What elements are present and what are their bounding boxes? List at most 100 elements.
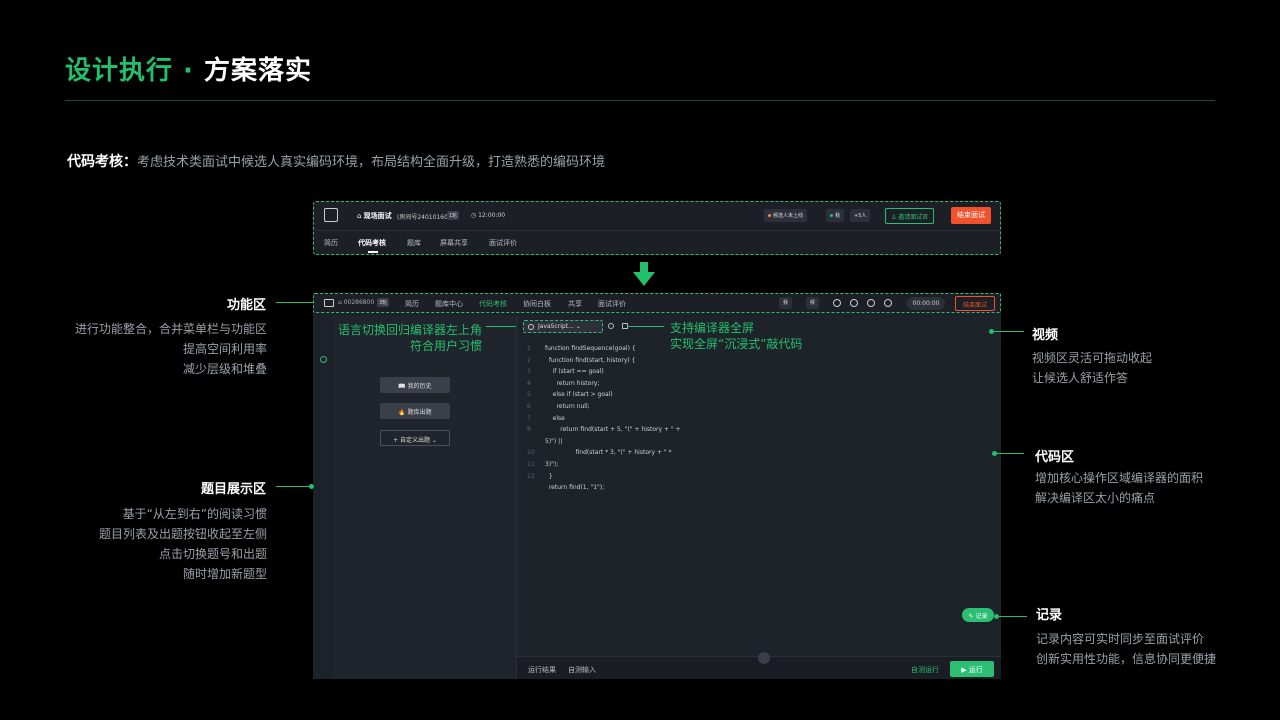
func-area-title: 功能区	[227, 298, 267, 313]
line-number: 7	[527, 414, 531, 422]
run-button[interactable]: ▶ 运行	[950, 661, 994, 677]
question-area-point	[309, 484, 314, 489]
invite-interviewer-button[interactable]: ♙ 邀请面试官	[885, 208, 935, 224]
code-text: 5)") ||	[545, 437, 563, 445]
end-interview-button[interactable]: 结束面试	[955, 296, 995, 311]
code-text: else	[545, 414, 565, 422]
tab-code-assessment[interactable]: 代码考核	[479, 299, 507, 309]
line-number: 4	[527, 379, 531, 387]
code-line[interactable]: 3 if (start == goal)	[527, 366, 681, 378]
line-number: 11	[527, 460, 535, 468]
tab-resume[interactable]: 简历	[324, 238, 338, 248]
code-lines[interactable]: 1 function findSequence(goal) {2 function…	[527, 343, 681, 494]
tab-question-center[interactable]: 题库中心	[435, 299, 463, 309]
code-line[interactable]: 1 function findSequence(goal) {	[527, 343, 681, 355]
settings-icon[interactable]	[884, 299, 892, 307]
tab-share[interactable]: 共享	[568, 299, 582, 309]
code-desc: 增加核心操作区域编译器的面积 解决编译区太小的痛点	[1035, 471, 1204, 505]
end-interview-button[interactable]: 结束面试	[951, 207, 991, 224]
code-text: if (start == goal)	[545, 368, 604, 376]
subtitle-label: 代码考核：	[67, 154, 137, 170]
record-button[interactable]: ✎ 记录	[962, 608, 994, 622]
code-line[interactable]: 12 }	[527, 471, 681, 483]
record-point	[994, 614, 999, 619]
code-line[interactable]: 8 return find(start + 5, "(" + history +…	[527, 424, 681, 436]
record-title: 记录	[1036, 608, 1063, 623]
fullscreen-note-leader	[627, 326, 664, 327]
run-result-tab[interactable]: 运行结果	[528, 665, 556, 675]
chevron-up-icon[interactable]	[758, 652, 770, 664]
old-tab-bar: 简历 代码考核 题库 屏幕共享 面试评价	[314, 232, 1000, 254]
people-count: +5人	[850, 209, 871, 222]
code-line[interactable]: 6 return null;	[527, 401, 681, 413]
active-tab-underline	[368, 251, 378, 253]
code-editor[interactable]: JavaScript... ⌄ 1 function findSequence(g…	[517, 316, 1001, 656]
self-test-input-tab[interactable]: 自测输入	[568, 665, 596, 675]
lang-note-leader	[486, 326, 516, 327]
candidate-badge[interactable]: 候	[806, 297, 820, 309]
me-badge[interactable]: 我	[779, 297, 793, 309]
code-text: function find(start, history) {	[545, 356, 636, 364]
code-line[interactable]: 2 function find(start, history) {	[527, 355, 681, 367]
tab-code-assessment[interactable]: 代码考核	[358, 238, 386, 248]
user-icon[interactable]	[833, 299, 841, 307]
code-text: return find(1, "1");	[545, 484, 605, 492]
code-text: function findSequence(goal) {	[545, 345, 636, 352]
help-icon[interactable]	[867, 299, 875, 307]
code-line[interactable]: 10 find(start * 3, "(" + history + " *	[527, 447, 681, 459]
code-text: return history;	[545, 379, 600, 387]
expand-icon[interactable]	[320, 356, 327, 363]
tab-resume[interactable]: 简历	[405, 299, 419, 309]
language-select[interactable]: JavaScript... ⌄	[523, 320, 603, 333]
tab-evaluation[interactable]: 面试评价	[598, 299, 626, 309]
line-number: 8	[527, 426, 531, 434]
code-line[interactable]: 11 3)");	[527, 459, 681, 471]
round-badge: 3轮	[377, 298, 390, 307]
question-area-title: 题目展示区	[201, 482, 267, 497]
line-number: 6	[527, 402, 531, 410]
code-line[interactable]: 5 else if (start > goal)	[527, 389, 681, 401]
my-history-button[interactable]: 📖 我的历史	[380, 377, 450, 393]
old-top-bar: ⌂ 现场面试 (房间号24010160) 1轮 ◷ 12:00:00 候选人未上…	[314, 202, 1000, 231]
page-title: 设计执行 · 方案落实	[65, 50, 312, 87]
room-number: (房间号24010160)	[397, 214, 451, 221]
code-line[interactable]: 7 else	[527, 413, 681, 425]
merged-nav-bar: ⌂ 00286800 3轮 简历 题库中心 代码考核 协同白板 共享 面试评价 …	[313, 293, 1001, 313]
title-divider	[65, 100, 1215, 101]
title-green: 设计执行 ·	[65, 56, 204, 86]
tab-whiteboard[interactable]: 协同白板	[523, 299, 551, 309]
tab-evaluation[interactable]: 面试评价	[489, 238, 517, 248]
old-header-mock: ⌂ 现场面试 (房间号24010160) 1轮 ◷ 12:00:00 候选人未上…	[313, 201, 1001, 255]
title-white: 方案落实	[203, 56, 312, 86]
code-text: find(start * 3, "(" + history + " *	[545, 449, 672, 457]
settings-icon[interactable]	[608, 323, 614, 329]
video-title: 视频	[1032, 328, 1059, 343]
code-title: 代码区	[1035, 450, 1075, 465]
code-text: return null;	[545, 402, 590, 410]
code-line[interactable]: return find(1, "1");	[527, 482, 681, 494]
left-rail	[313, 316, 333, 679]
line-number: 12	[527, 472, 535, 480]
bank-question-button[interactable]: 🔥 题库出题	[380, 403, 450, 419]
line-number: 3	[527, 368, 531, 376]
func-area-desc: 进行功能整合，合并菜单栏与功能区 提高空间利用率 减少层级和堆叠	[74, 322, 267, 376]
video-desc: 视频区灵活可拖动收起 让候选人舒适作答	[1032, 351, 1153, 385]
logo-icon	[324, 208, 338, 222]
code-line[interactable]: 5)") ||	[527, 436, 681, 448]
question-area-desc: 基于“从左到右”的阅读习惯 题目列表及出题按钮收起至左侧 点击切换题号和出题 随…	[98, 507, 267, 581]
tab-question-bank[interactable]: 题库	[407, 238, 421, 248]
line-number: 10	[527, 449, 535, 457]
record-desc: 记录内容可实时同步至面试评价 创新实用性功能，信息协同更便捷	[1036, 632, 1217, 666]
question-panel: 📖 我的历史 🔥 题库出题 + 自定义出题 ⌄	[333, 316, 516, 679]
line-number: 2	[527, 356, 531, 364]
clock-time: ◷ 12:00:00	[471, 212, 506, 219]
code-text: return find(start + 5, "(" + history + "…	[545, 426, 681, 434]
headset-icon[interactable]	[850, 299, 858, 307]
code-line[interactable]: 4 return history;	[527, 378, 681, 390]
video-leader	[994, 331, 1024, 332]
custom-question-button[interactable]: + 自定义出题 ⌄	[380, 430, 450, 446]
lang-note: 语言切换回归编译器左上角 符合用户习惯	[338, 323, 483, 353]
tab-screen-share[interactable]: 屏幕共享	[440, 238, 468, 248]
self-run-button[interactable]: 自测运行	[911, 665, 939, 675]
code-text: }	[545, 472, 553, 480]
